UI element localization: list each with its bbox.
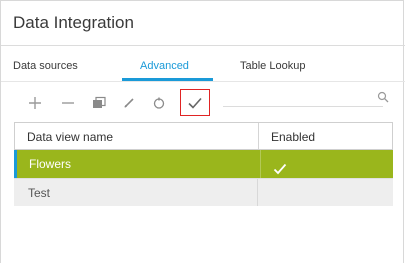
- check-icon: [187, 96, 203, 110]
- remove-button[interactable]: [56, 91, 80, 115]
- minus-icon: [61, 96, 75, 110]
- tab-bar: Data sources Advanced Table Lookup: [1, 53, 405, 79]
- plus-icon: [28, 96, 42, 110]
- duplicate-button[interactable]: [87, 91, 111, 115]
- refresh-icon: [152, 96, 166, 110]
- enable-button[interactable]: [180, 89, 210, 116]
- column-header-enabled[interactable]: Enabled: [258, 123, 392, 149]
- tab-table-lookup[interactable]: Table Lookup: [240, 53, 305, 79]
- data-view-name-cell: Test: [28, 186, 51, 200]
- enabled-cell: [260, 150, 394, 178]
- toolbar: [1, 87, 405, 119]
- title-divider: [1, 45, 405, 46]
- tab-advanced[interactable]: Advanced: [140, 53, 189, 79]
- panel-title: Data Integration: [13, 13, 134, 32]
- add-button[interactable]: [23, 91, 47, 115]
- search-icon: [377, 91, 389, 103]
- tabs-divider: [1, 81, 405, 82]
- data-integration-panel: Data Integration Data sources Advanced T…: [0, 0, 405, 263]
- edit-pencil-icon: [122, 96, 136, 110]
- duplicate-icon: [92, 96, 106, 110]
- enabled-cell: [257, 179, 391, 206]
- table-header: Data view name Enabled: [14, 122, 393, 150]
- table-row[interactable]: Test: [14, 178, 393, 206]
- tab-data-sources[interactable]: Data sources: [13, 53, 78, 79]
- column-header-data-view-name[interactable]: Data view name: [15, 123, 258, 149]
- search-input[interactable]: [223, 106, 383, 107]
- refresh-button[interactable]: [147, 91, 171, 115]
- data-view-name-cell: Flowers: [29, 157, 72, 171]
- data-views-table: Data view name Enabled Flowers Test: [14, 122, 393, 206]
- table-row[interactable]: Flowers: [14, 150, 393, 178]
- edit-button[interactable]: [117, 91, 141, 115]
